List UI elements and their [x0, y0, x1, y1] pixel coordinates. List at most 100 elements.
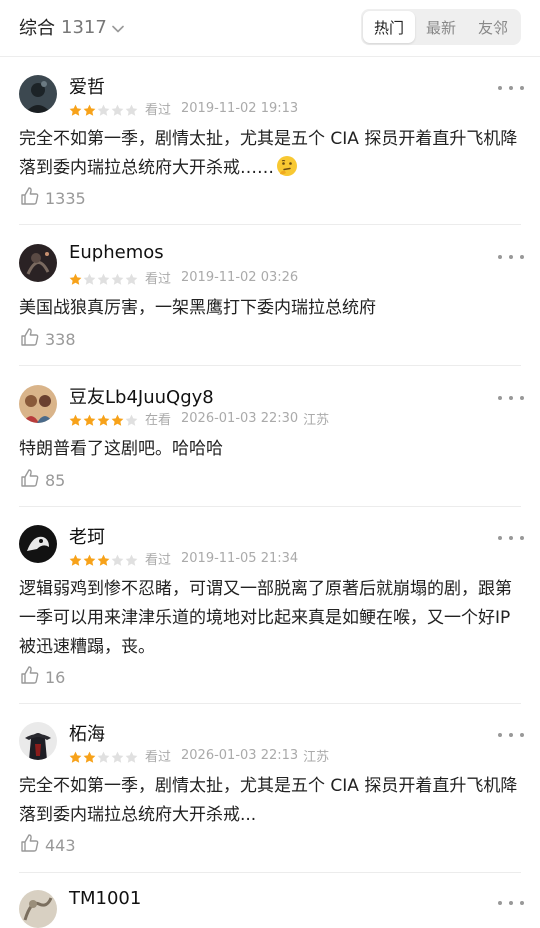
- chevron-down-icon: [112, 18, 124, 37]
- review-meta: 看过 2019-11-02 03:26: [69, 268, 298, 287]
- star-empty-icon: [111, 271, 124, 285]
- review-divider: [19, 224, 521, 225]
- watch-status: 看过: [145, 553, 172, 568]
- more-options-icon[interactable]: [498, 533, 524, 543]
- star-rating: [69, 271, 139, 285]
- star-empty-icon: [125, 102, 138, 116]
- star-filled-icon: [69, 271, 82, 285]
- watch-status: 在看: [145, 413, 172, 428]
- more-options-icon[interactable]: [498, 393, 524, 403]
- review-time: 2019-11-02 03:26: [181, 270, 299, 285]
- star-filled-icon: [97, 412, 110, 426]
- star-rating: [69, 102, 139, 116]
- review-divider: [19, 703, 521, 704]
- like-count: 1335: [45, 188, 86, 208]
- thumbs-up-icon: [19, 185, 41, 211]
- star-empty-icon: [125, 552, 138, 566]
- star-filled-icon: [97, 552, 110, 566]
- star-empty-icon: [125, 412, 138, 426]
- tab-hot[interactable]: 热门: [363, 11, 415, 43]
- thumbs-up-icon: [19, 467, 41, 493]
- star-empty-icon: [97, 271, 110, 285]
- avatar[interactable]: [19, 525, 57, 563]
- review-location: 江苏: [303, 750, 330, 765]
- review-count: 1317: [61, 16, 107, 38]
- like-count: 16: [45, 667, 66, 687]
- avatar[interactable]: [19, 244, 57, 282]
- avatar[interactable]: [19, 890, 57, 928]
- avatar[interactable]: [19, 75, 57, 113]
- thumbs-up-icon: [19, 326, 41, 352]
- star-empty-icon: [83, 271, 96, 285]
- more-options-icon[interactable]: [498, 898, 524, 908]
- star-rating: [69, 749, 139, 763]
- watch-status: 看过: [145, 750, 172, 765]
- review-text: 美国战狼真厉害，一架黑鹰打下委内瑞拉总统府: [19, 298, 376, 318]
- like-button[interactable]: 85: [19, 467, 65, 493]
- star-empty-icon: [97, 102, 110, 116]
- review-text: 完全不如第一季，剧情太扯，尤其是五个 CIA 探员开着直升飞机降落到委内瑞拉总统…: [19, 125, 519, 187]
- review-meta: 看过 2019-11-02 19:13: [69, 99, 298, 118]
- review-divider: [19, 872, 521, 873]
- sort-dropdown[interactable]: 综合 1317: [19, 14, 124, 40]
- username[interactable]: TM1001: [69, 888, 141, 909]
- thumbs-up-icon: [19, 832, 41, 858]
- review-time: 2019-11-02 19:13: [181, 101, 299, 116]
- review-time: 2026-01-03 22:30: [181, 411, 299, 426]
- star-filled-icon: [83, 102, 96, 116]
- watch-status: 看过: [145, 103, 172, 118]
- like-button[interactable]: 338: [19, 326, 76, 352]
- review-meta: 在看 2026-01-03 22:30 江苏: [69, 409, 329, 428]
- star-rating: [69, 552, 139, 566]
- star-empty-icon: [125, 749, 138, 763]
- star-filled-icon: [83, 552, 96, 566]
- like-button[interactable]: 443: [19, 832, 76, 858]
- tab-latest[interactable]: 最新: [415, 11, 467, 43]
- review-text: 逻辑弱鸡到惨不忍睹，可谓又一部脱离了原著后就崩塌的剧，跟第一季可以用来津津乐道的…: [19, 579, 512, 657]
- more-options-icon[interactable]: [498, 252, 524, 262]
- header-divider: [0, 56, 540, 57]
- star-empty-icon: [97, 749, 110, 763]
- thumbs-up-icon: [19, 664, 41, 690]
- thinking-face-icon: [276, 155, 298, 187]
- review-text: 特朗普看了这剧吧。哈哈哈: [19, 439, 223, 459]
- star-filled-icon: [83, 749, 96, 763]
- username[interactable]: 豆友Lb4JuuQgy8: [69, 383, 214, 409]
- like-count: 443: [45, 835, 76, 855]
- reviews-header: 综合 1317 热门 最新 友邻: [0, 0, 540, 56]
- tab-friends[interactable]: 友邻: [467, 11, 519, 43]
- review-meta: 看过 2019-11-05 21:34: [69, 549, 298, 568]
- username[interactable]: 老珂: [69, 523, 105, 549]
- star-rating: [69, 412, 139, 426]
- like-button[interactable]: 1335: [19, 185, 86, 211]
- username[interactable]: 爱哲: [69, 73, 105, 99]
- star-empty-icon: [111, 102, 124, 116]
- username[interactable]: Euphemos: [69, 242, 164, 263]
- like-button[interactable]: 16: [19, 664, 65, 690]
- review-divider: [19, 365, 521, 366]
- star-filled-icon: [69, 412, 82, 426]
- review-text: 完全不如第一季，剧情太扯，尤其是五个 CIA 探员开着直升飞机降落到委内瑞拉总统…: [19, 776, 518, 825]
- sort-tabs: 热门 最新 友邻: [361, 9, 521, 45]
- review-meta: 看过 2026-01-03 22:13 江苏: [69, 746, 329, 765]
- username[interactable]: 柘海: [69, 720, 105, 746]
- star-filled-icon: [69, 749, 82, 763]
- star-filled-icon: [83, 412, 96, 426]
- star-empty-icon: [111, 552, 124, 566]
- sort-label: 综合: [19, 18, 55, 39]
- star-empty-icon: [125, 271, 138, 285]
- review-time: 2019-11-05 21:34: [181, 551, 299, 566]
- avatar[interactable]: [19, 385, 57, 423]
- more-options-icon[interactable]: [498, 730, 524, 740]
- watch-status: 看过: [145, 272, 172, 287]
- review-divider: [19, 506, 521, 507]
- more-options-icon[interactable]: [498, 83, 524, 93]
- star-filled-icon: [111, 412, 124, 426]
- star-filled-icon: [69, 102, 82, 116]
- avatar[interactable]: [19, 722, 57, 760]
- star-empty-icon: [111, 749, 124, 763]
- like-count: 85: [45, 470, 66, 490]
- like-count: 338: [45, 329, 76, 349]
- review-time: 2026-01-03 22:13: [181, 748, 299, 763]
- star-filled-icon: [69, 552, 82, 566]
